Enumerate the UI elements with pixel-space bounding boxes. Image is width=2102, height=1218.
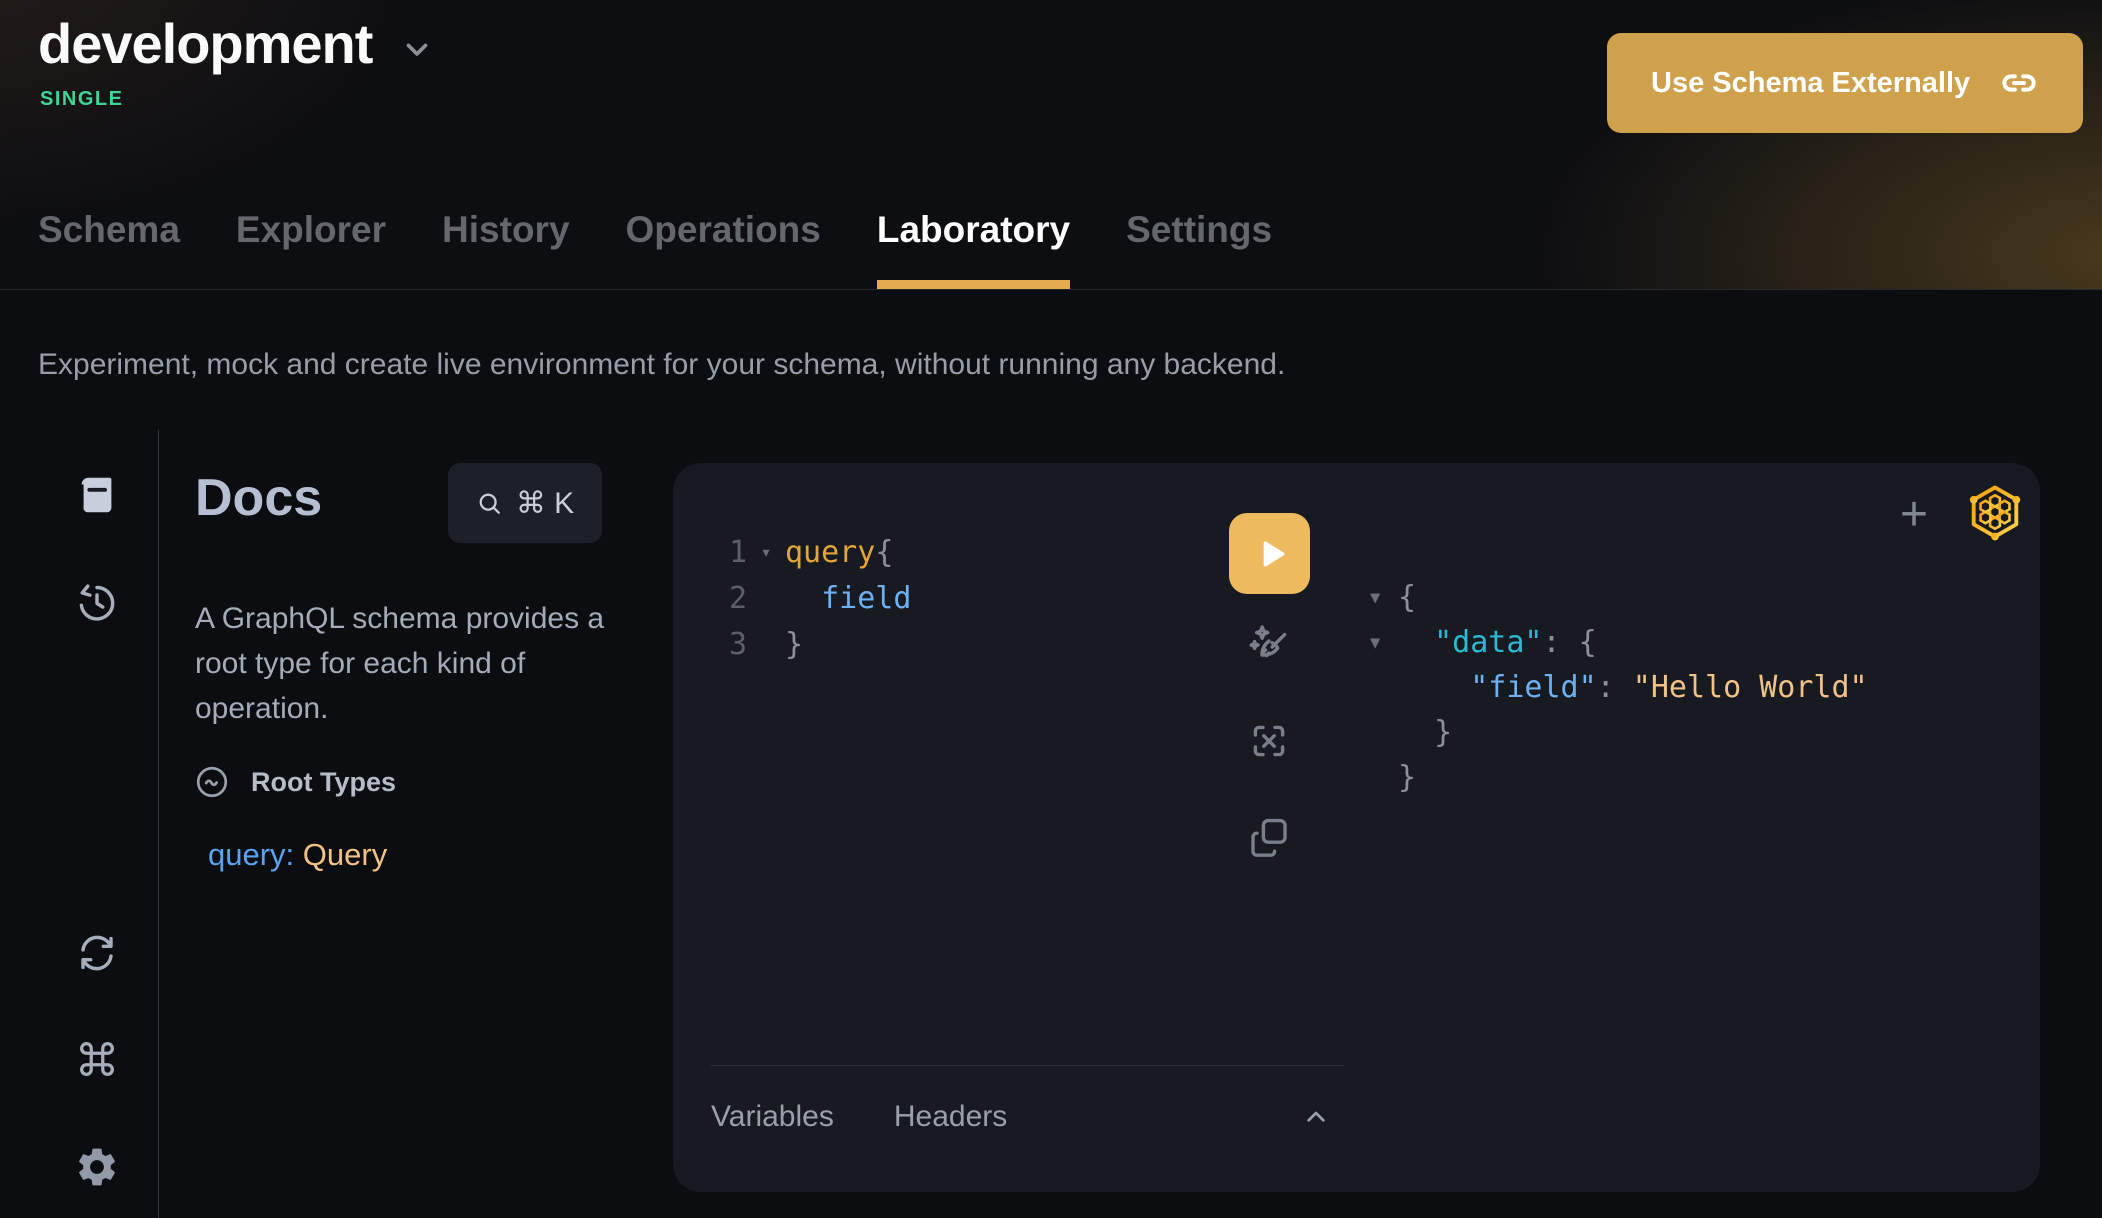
new-tab-button[interactable]: +: [1888, 489, 1940, 541]
root-types-heading: Root Types: [251, 767, 396, 798]
response-field-key: "field": [1470, 670, 1596, 705]
environment-badge: SINGLE: [40, 88, 123, 111]
response-line-3: "field": "Hello World": [1370, 665, 1868, 710]
query-line-2: 2 field: [723, 575, 911, 621]
page-title: development: [38, 16, 372, 72]
search-icon: [476, 490, 503, 517]
target-selector[interactable]: development: [38, 16, 434, 72]
copy-icon: [1245, 813, 1293, 861]
response-field-value: "Hello World": [1633, 670, 1868, 705]
collapse-panel-button[interactable]: [1296, 1097, 1336, 1137]
line-number: 3: [723, 627, 747, 662]
tab-headers[interactable]: Headers: [894, 1100, 1007, 1134]
page-subtitle: Experiment, mock and create live environ…: [38, 348, 1285, 382]
reconnect-button[interactable]: [74, 930, 120, 976]
tab-schema[interactable]: Schema: [38, 209, 180, 289]
prettify-button[interactable]: [1245, 621, 1293, 669]
response-line-4: }: [1370, 710, 1868, 755]
link-icon: [1999, 63, 2039, 103]
root-type-link[interactable]: Query: [303, 837, 387, 872]
search-shortcut-label: ⌘ K: [516, 486, 574, 521]
page-header: development SINGLE Use Schema Externally…: [0, 0, 2102, 290]
query-field: field: [785, 581, 911, 616]
tab-laboratory[interactable]: Laboratory: [877, 209, 1070, 289]
execute-query-button[interactable]: [1229, 513, 1310, 594]
query-editor[interactable]: 1 ▾ query{ 2 field 3 }: [723, 529, 911, 667]
response-line-2: ▼ "data": {: [1370, 620, 1868, 665]
settings-button[interactable]: [74, 1144, 120, 1190]
copy-query-button[interactable]: [1245, 813, 1293, 861]
editor-footer-divider: [711, 1065, 1344, 1066]
play-icon: [1252, 534, 1292, 574]
tab-operations[interactable]: Operations: [626, 209, 821, 289]
root-type-separator: :: [286, 837, 303, 872]
line-number: 1: [723, 535, 747, 570]
circle-tilde-icon: [193, 763, 231, 801]
docs-search-button[interactable]: ⌘ K: [448, 463, 602, 543]
query-line-3: 3 }: [723, 621, 911, 667]
root-type-name: query: [208, 837, 286, 872]
use-schema-externally-label: Use Schema Externally: [1651, 67, 1970, 100]
use-schema-externally-button[interactable]: Use Schema Externally: [1607, 33, 2083, 133]
docs-panel-title: Docs: [195, 468, 322, 528]
response-viewer: ▼ { ▼ "data": { "field": "Hello World" }…: [1370, 575, 1868, 800]
fold-toggle-icon[interactable]: ▾: [747, 542, 785, 563]
reconnect-icon: [74, 930, 120, 976]
line-number: 2: [723, 581, 747, 616]
chevron-down-icon[interactable]: [400, 32, 434, 66]
keyboard-shortcuts-icon: [74, 1036, 120, 1082]
fold-toggle-icon[interactable]: ▼: [1370, 588, 1398, 608]
editor-footer: Variables Headers: [711, 1097, 1344, 1137]
fold-toggle-icon[interactable]: ▼: [1370, 633, 1398, 653]
response-line-5: }: [1370, 755, 1868, 800]
hive-logo-icon[interactable]: [1964, 481, 2026, 543]
tab-variables[interactable]: Variables: [711, 1100, 834, 1134]
query-line-1: 1 ▾ query{: [723, 529, 911, 575]
query-keyword: query: [785, 535, 875, 570]
sidebar-divider: [158, 430, 159, 1218]
merge-icon: [1245, 717, 1293, 765]
chevron-up-icon: [1300, 1101, 1332, 1133]
prettify-icon: [1245, 621, 1293, 669]
history-panel-button[interactable]: [74, 580, 120, 626]
tab-history[interactable]: History: [442, 209, 569, 289]
keyboard-shortcuts-button[interactable]: [74, 1036, 120, 1082]
history-icon: [74, 580, 120, 626]
docs-description: A GraphQL schema provides a root type fo…: [195, 596, 625, 731]
tab-settings[interactable]: Settings: [1126, 209, 1272, 289]
settings-icon: [74, 1144, 120, 1190]
docs-panel-button[interactable]: [74, 472, 120, 518]
merge-fragments-button[interactable]: [1245, 717, 1293, 765]
root-types-section[interactable]: Root Types: [193, 763, 396, 801]
root-type-query-entry[interactable]: query: Query: [208, 837, 387, 873]
response-data-key: "data": [1434, 625, 1542, 660]
response-line-1: ▼ {: [1370, 575, 1868, 620]
tab-explorer[interactable]: Explorer: [236, 209, 386, 289]
laboratory-page: development SINGLE Use Schema Externally…: [0, 0, 2102, 1218]
docs-icon: [74, 472, 120, 518]
graphiql-editor-card: 1 ▾ query{ 2 field 3 }: [673, 463, 2040, 1192]
tab-bar: Schema Explorer History Operations Labor…: [38, 209, 1272, 289]
